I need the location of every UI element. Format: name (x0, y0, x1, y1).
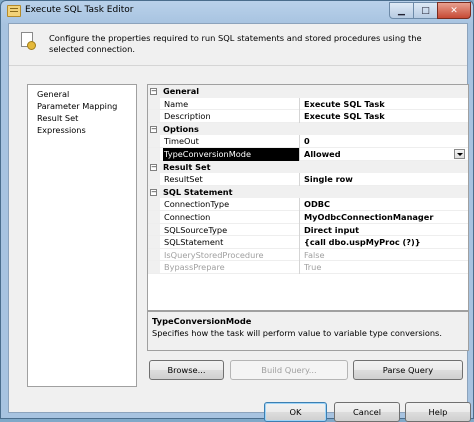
property-row-sqlsourcetype[interactable]: SQLSourceType Direct input (148, 223, 468, 237)
property-row-sqlstatement[interactable]: SQLStatement {call dbo.uspMyProc (?)} (148, 236, 468, 249)
collapse-icon[interactable]: − (150, 125, 157, 133)
maximize-icon: □ (421, 5, 430, 16)
property-row-resultset[interactable]: ResultSet Single row (148, 173, 468, 186)
property-name: Connection (163, 210, 300, 224)
header-band: Configure the properties required to run… (9, 24, 467, 66)
nav-item-result-set[interactable]: Result Set (37, 112, 136, 124)
category-label: General (163, 86, 200, 96)
property-row-description[interactable]: Description Execute SQL Task (148, 110, 468, 123)
property-name: ConnectionType (163, 198, 300, 211)
parse-query-button[interactable]: Parse Query (353, 360, 463, 380)
minimize-icon: ▁ (398, 5, 405, 16)
property-value[interactable]: MyOdbcConnectionManager (303, 211, 467, 224)
property-value[interactable]: {call dbo.uspMyProc (?)} (303, 236, 467, 249)
property-name: ResultSet (163, 173, 300, 186)
property-name: Name (163, 97, 300, 111)
property-name: IsQueryStoredProcedure (163, 248, 300, 262)
build-query-button: Build Query... (230, 360, 348, 380)
category-label: Options (163, 123, 199, 134)
description-title: TypeConversionMode (152, 316, 252, 326)
collapse-icon[interactable]: − (150, 163, 157, 171)
property-name: TimeOut (163, 135, 300, 148)
category-label: Result Set (163, 161, 211, 172)
window-title: Execute SQL Task Editor (25, 5, 134, 15)
category-options: − Options (148, 122, 468, 136)
title-bar[interactable]: Execute SQL Task Editor ▁ □ ✕ (1, 1, 473, 23)
category-label: SQL Statement (163, 186, 233, 197)
property-row-connectiontype[interactable]: ConnectionType ODBC (148, 198, 468, 211)
property-row-timeout[interactable]: TimeOut 0 (148, 135, 468, 148)
close-icon: ✕ (450, 5, 458, 16)
property-row-typeconversionmode[interactable]: TypeConversionMode Allowed (148, 147, 468, 161)
property-name: BypassPrepare (163, 261, 300, 274)
ok-button[interactable]: OK (264, 402, 327, 422)
property-row-isquerystoredprocedure[interactable]: IsQueryStoredProcedure False (148, 248, 468, 262)
property-row-bypassprepare[interactable]: BypassPrepare True (148, 261, 468, 274)
nav-item-parameter-mapping[interactable]: Parameter Mapping (37, 100, 136, 112)
header-description: Configure the properties required to run… (49, 33, 422, 54)
property-row-connection[interactable]: Connection MyOdbcConnectionManager (148, 210, 468, 224)
category-sql-statement: − SQL Statement (148, 185, 468, 199)
minimize-button[interactable]: ▁ (389, 2, 414, 19)
property-name: TypeConversionMode (163, 147, 300, 161)
property-row-name[interactable]: Name Execute SQL Task (148, 97, 468, 111)
page-navigation-list: General Parameter Mapping Result Set Exp… (27, 84, 137, 387)
collapse-icon[interactable]: − (150, 88, 157, 95)
property-value[interactable]: Single row (303, 173, 467, 186)
property-value[interactable]: Direct input (303, 224, 467, 237)
dialog-client-area: Configure the properties required to run… (8, 23, 471, 422)
property-value[interactable]: Execute SQL Task (303, 110, 467, 123)
maximize-button[interactable]: □ (413, 2, 438, 19)
category-general: − General (148, 85, 468, 98)
property-value[interactable]: Execute SQL Task (303, 98, 467, 111)
property-value[interactable]: Allowed (303, 148, 467, 161)
description-text: Specifies how the task will perform valu… (152, 328, 442, 338)
app-icon (7, 5, 21, 17)
cancel-button[interactable]: Cancel (334, 402, 400, 422)
property-name: Description (163, 110, 300, 123)
property-grid: − General Name Execute SQL Task Descript… (147, 84, 469, 311)
close-button[interactable]: ✕ (437, 2, 471, 19)
browse-button[interactable]: Browse... (149, 360, 224, 380)
dialog-window: Execute SQL Task Editor ▁ □ ✕ Configure … (0, 0, 474, 422)
property-value: True (304, 262, 322, 273)
nav-item-general[interactable]: General (37, 88, 136, 100)
property-name: SQLSourceType (163, 223, 300, 237)
nav-item-expressions[interactable]: Expressions (37, 124, 136, 136)
property-value: False (304, 249, 325, 260)
help-button[interactable]: Help (405, 402, 471, 422)
collapse-icon[interactable]: − (150, 188, 157, 196)
property-value[interactable]: ODBC (303, 198, 467, 211)
property-name: SQLStatement (163, 236, 300, 249)
chevron-down-icon[interactable] (454, 148, 465, 159)
task-settings-icon (19, 32, 37, 50)
property-description-pane: TypeConversionMode Specifies how the tas… (147, 311, 469, 351)
category-result-set: − Result Set (148, 160, 468, 174)
property-value[interactable]: 0 (303, 135, 467, 148)
